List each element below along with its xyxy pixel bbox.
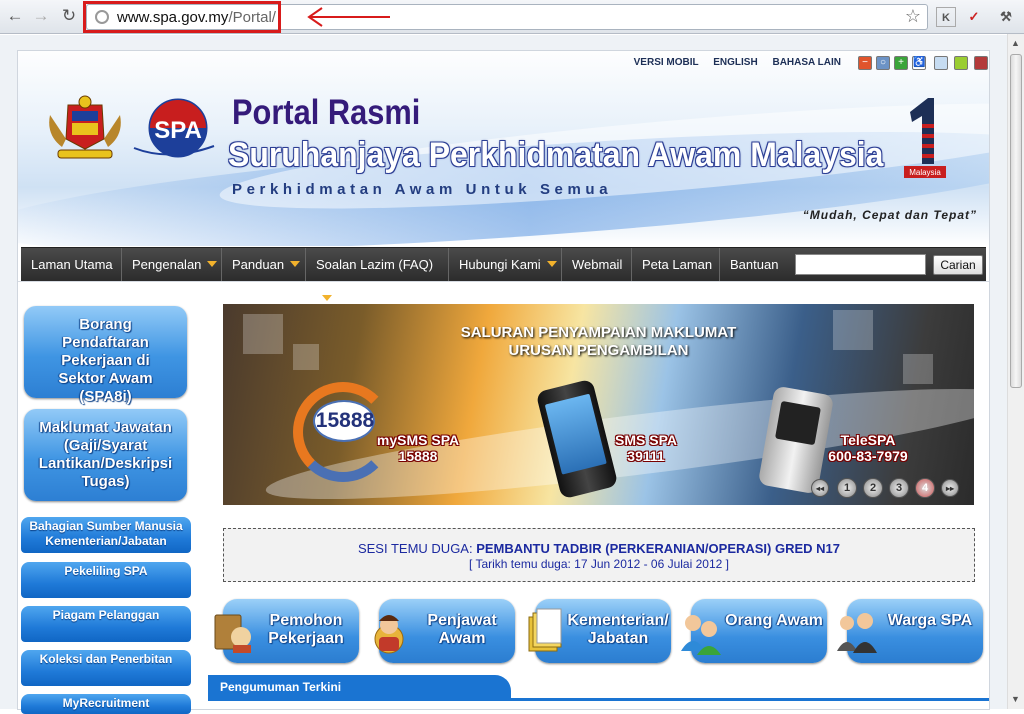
link-mobile-version[interactable]: VERSI MOBIL [634,57,699,68]
category-penjawat-awam[interactable]: Penjawat Awam [374,599,515,663]
pager-page-2[interactable]: 2 [863,478,883,498]
annotation-arrow-icon [307,7,390,27]
applicant-icon [214,614,251,653]
pager-page-4[interactable]: 4 [915,478,935,498]
forward-arrow-icon[interactable]: → [30,5,52,27]
nav-pengenalan[interactable]: Pengenalan [122,248,222,282]
staff-icon [837,613,877,653]
category-pemohon-pekerjaan[interactable]: Pemohon Pekerjaan [214,599,359,663]
link-english[interactable]: ENGLISH [713,57,757,68]
1malaysia-logo: Malaysia [904,98,946,178]
wrench-icon[interactable]: ⚒ [996,7,1016,27]
theme-blue-icon[interactable] [934,56,948,70]
dropdown-caret-icon [546,261,557,267]
channel-telespa: TeleSPA 600-83-7979 [828,432,908,464]
url-highlight-box [83,1,281,33]
extension-red-icon[interactable]: ✓ [964,7,984,27]
sidebar-maklumat-jawatan[interactable]: Maklumat Jawatan (Gaji/Syarat Lantikan/D… [24,409,187,501]
nav-panduan[interactable]: Panduan [222,248,306,282]
sidebar-borang-pendaftaran[interactable]: Borang Pendaftaran Pekerjaan di Sektor A… [24,306,187,405]
channel-mysms: mySMS SPA 15888 [376,432,460,464]
nav-peta-laman[interactable]: Peta Laman [632,248,720,282]
page-background: VERSI MOBIL ENGLISH BAHASA LAIN − ○ + ♿ [0,35,1007,714]
link-other-language[interactable]: BAHASA LAIN [772,57,841,68]
pager-page-3[interactable]: 3 [889,478,909,498]
announcement-divider [208,698,989,701]
site-tagline: “Mudah, Cepat dan Tepat” [802,208,977,222]
search-input[interactable] [795,254,926,275]
notice-headline: SESI TEMU DUGA: PEMBANTU TADBIR (PERKERA… [357,541,841,556]
nav-faq[interactable]: Soalan Lazim (FAQ) [306,248,449,301]
font-increase-icon[interactable]: + [894,56,908,70]
ring-number: 15888 [315,409,375,432]
interview-notice[interactable]: SESI TEMU DUGA: PEMBANTU TADBIR (PERKERA… [223,528,975,582]
banner-heading-line1: SALURAN PENYAMPAIAN MAKLUMAT [460,324,737,341]
sidebar-sumber-manusia[interactable]: Bahagian Sumber Manusia Kementerian/Jaba… [21,517,191,553]
spa-logo-text: SPA [154,117,202,144]
folder-icon [528,608,562,652]
portal-container: VERSI MOBIL ENGLISH BAHASA LAIN − ○ + ♿ [17,50,990,714]
dropdown-caret-icon [207,261,218,267]
sidebar-pekeliling[interactable]: Pekeliling SPA [21,562,191,598]
category-kementerian-jabatan[interactable]: Kementerian/ Jabatan [528,599,671,663]
civil-servant-icon [374,615,404,654]
nav-hubungi-kami[interactable]: Hubungi Kami [449,248,562,282]
site-title-secondary: Suruhanjaya Perkhidmatan Awam Malaysia [228,136,884,174]
sidebar-myrecruitment[interactable]: MyRecruitment [21,694,191,714]
site-header: VERSI MOBIL ENGLISH BAHASA LAIN − ○ + ♿ [18,51,989,246]
pager-next-icon[interactable]: ▸▸ [941,479,959,497]
site-subtitle: Perkhidmatan Awam Untuk Semua [232,181,613,198]
search-button[interactable]: Carian [933,255,983,275]
coat-of-arms-logo [49,95,121,159]
pager-page-1[interactable]: 1 [837,478,857,498]
scroll-up-icon[interactable]: ▲ [1011,38,1020,48]
extension-k-icon[interactable]: K [936,7,956,27]
top-links: VERSI MOBIL ENGLISH BAHASA LAIN [622,57,841,68]
nav-webmail[interactable]: Webmail [562,248,632,282]
pager-prev-icon[interactable]: ◂◂ [811,479,829,497]
channel-sms: SMS SPA 39111 [615,432,677,464]
scrollbar-thumb[interactable] [1010,54,1022,388]
nav-laman-utama[interactable]: Laman Utama [21,248,122,282]
banner-heading-line2: URUSAN PENGAMBILAN [508,342,689,359]
dropdown-caret-icon [290,261,301,267]
back-arrow-icon[interactable]: ← [4,5,26,27]
font-decrease-icon[interactable]: − [858,56,872,70]
theme-green-icon[interactable] [954,56,968,70]
sidebar-koleksi[interactable]: Koleksi dan Penerbitan [21,650,191,686]
accessibility-icon[interactable]: ♿ [912,56,926,70]
1malaysia-label: Malaysia [909,168,941,177]
vertical-scrollbar[interactable]: ▲ ▼ [1007,34,1024,709]
category-warga-spa[interactable]: Warga SPA [837,599,983,663]
font-reset-icon[interactable]: ○ [876,56,890,70]
category-orang-awam[interactable]: Orang Awam [681,599,827,663]
nav-bantuan[interactable]: Bantuan [720,248,788,282]
star-icon[interactable]: ☆ [905,6,921,27]
scroll-down-icon[interactable]: ▼ [1011,694,1020,704]
reload-icon[interactable]: ↻ [58,5,80,27]
notice-dates: [ Tarikh temu duga: 17 Jun 2012 - 06 Jul… [469,557,729,571]
tab-pengumuman-terkini[interactable]: Pengumuman Terkini [208,675,511,699]
theme-red-icon[interactable] [974,56,988,70]
dropdown-caret-icon [322,295,332,301]
slideshow-banner[interactable]: SALURAN PENYAMPAIAN MAKLUMAT URUSAN PENG… [223,304,974,505]
sidebar-piagam[interactable]: Piagam Pelanggan [21,606,191,642]
site-title-primary: Portal Rasmi [232,93,421,132]
people-icon [681,615,721,655]
main-navigation: Laman Utama Pengenalan Panduan Soalan La… [21,247,986,301]
spa-logo: SPA [133,98,215,158]
